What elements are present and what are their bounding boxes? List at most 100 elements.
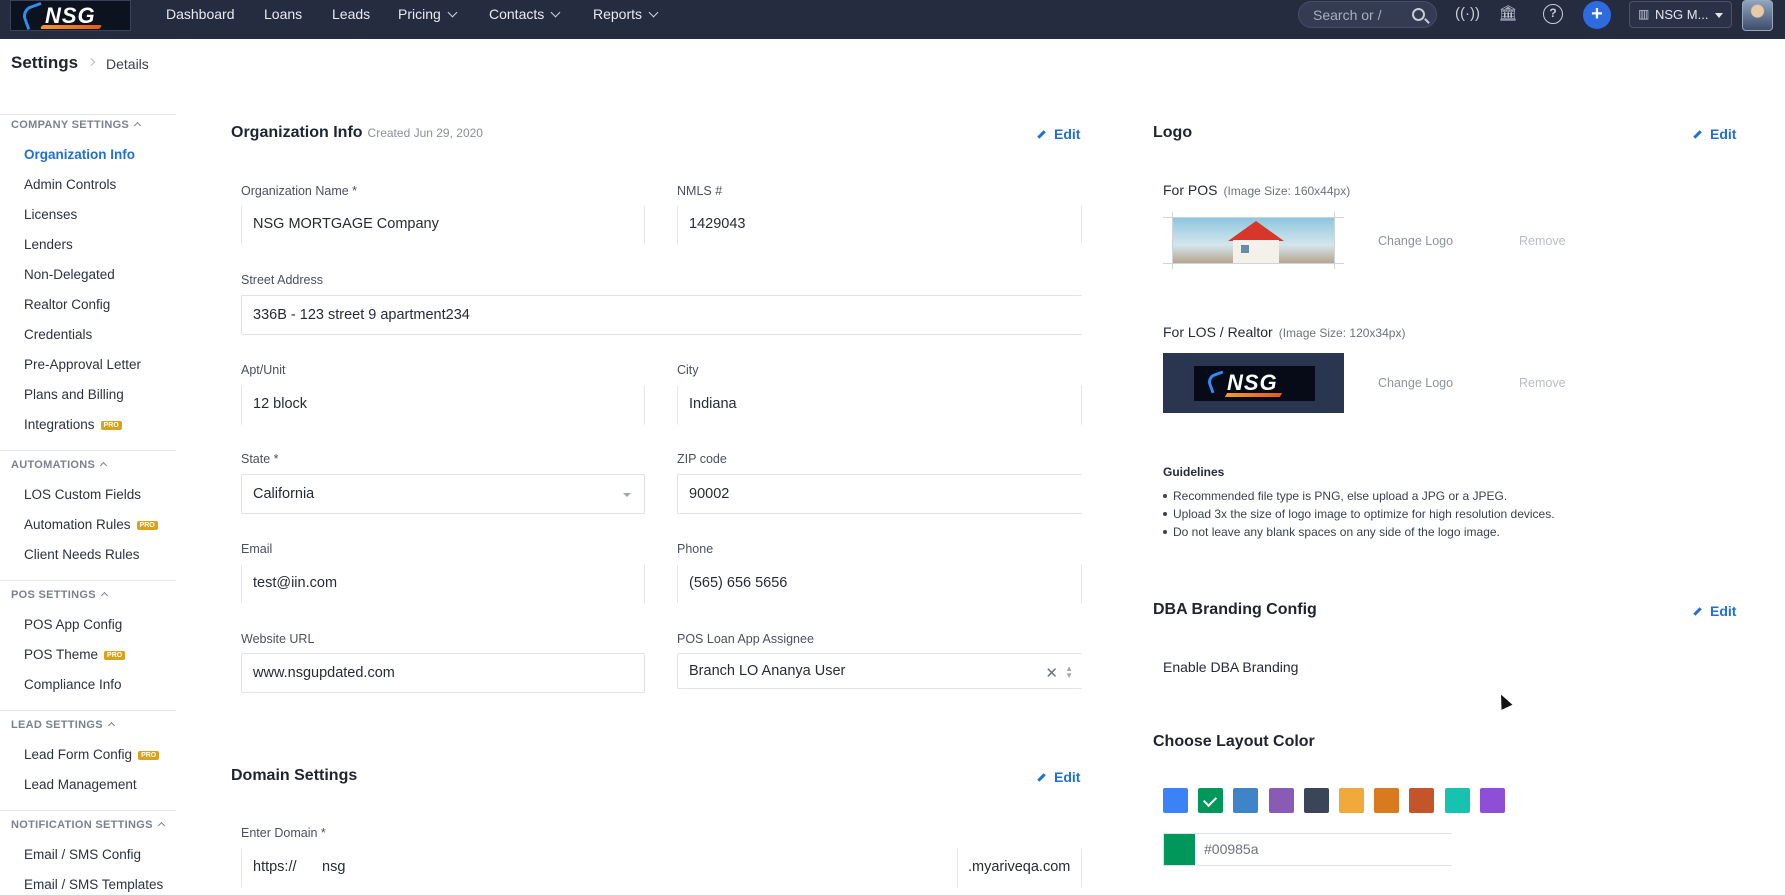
sidebar-section-pos[interactable]: POS SETTINGS [11,589,108,601]
sidebar-item-lenders[interactable]: Lenders [24,237,73,252]
section-title: Choose Layout Color [1153,733,1315,750]
nmls-field[interactable]: 1429043 [677,205,1082,245]
guide-line [1334,212,1335,269]
sidebar-section-lead[interactable]: LEAD SETTINGS [11,719,115,731]
edit-dba-button[interactable]: Edit [1693,603,1736,619]
color-swatch[interactable] [1303,788,1329,813]
color-swatch[interactable] [1374,788,1400,813]
sidebar-item-non-delegated[interactable]: Non-Delegated [24,267,115,282]
edit-domain-button[interactable]: Edit [1037,769,1080,785]
domain-suffix: .myariveqa.com [968,859,1071,875]
sidebar-item-pos-app-config[interactable]: POS App Config [24,617,122,632]
field-label: POS Loan App Assignee [677,632,814,646]
user-avatar[interactable] [1742,0,1773,31]
pencil-icon [1693,607,1702,616]
sidebar-item-email-sms-templates[interactable]: Email / SMS Templates [24,877,163,892]
nav-dashboard[interactable]: Dashboard [166,0,235,28]
change-los-logo-button[interactable]: Change Logo [1378,376,1453,390]
sidebar-divider [0,114,176,115]
color-preview-chip[interactable] [1164,834,1195,865]
color-swatch[interactable] [1339,788,1364,813]
organization-switcher[interactable]: ▥ NSG M... [1629,1,1732,28]
email-field[interactable]: test@iin.com [241,564,645,604]
color-swatch[interactable] [1479,788,1505,813]
sidebar-divider [0,810,176,811]
bank-icon[interactable]: 🏛 [1498,4,1518,24]
street-address-field[interactable]: 336B - 123 street 9 apartment234 [241,295,1082,335]
logo-stripe-icon [39,25,103,29]
pencil-icon [1037,773,1046,782]
clear-icon[interactable]: ✕ [1045,664,1058,682]
field-label: NMLS # [677,184,723,198]
sidebar-section-notification[interactable]: NOTIFICATION SETTINGS [11,819,165,831]
hex-color-field[interactable]: #00985a [1163,833,1452,866]
sidebar-item-lead-form-config[interactable]: Lead Form Config PRO [24,747,160,762]
sidebar-item-plans-billing[interactable]: Plans and Billing [24,387,124,402]
nav-contacts[interactable]: Contacts [489,0,561,28]
help-icon[interactable]: ? [1543,4,1563,24]
app-logo[interactable]: NSG [10,0,131,31]
search-icon[interactable] [1412,8,1425,21]
pos-loan-app-assignee-select[interactable]: Branch LO Ananya User ✕ ▲ ▼ [677,653,1082,689]
remove-pos-logo-button[interactable]: Remove [1519,234,1566,248]
chevron-down-icon [447,7,458,18]
nav-leads[interactable]: Leads [332,0,370,28]
hex-color-input[interactable]: #00985a [1204,841,1259,857]
create-new-button[interactable]: + [1583,1,1611,29]
search-input[interactable] [1313,6,1403,24]
sidebar-item-email-sms-config[interactable]: Email / SMS Config [24,847,141,862]
list-item: Do not leave any blank spaces on any sid… [1163,523,1555,541]
sidebar-item-licenses[interactable]: Licenses [24,207,77,222]
sidebar-item-organization-info[interactable]: Organization Info [24,147,135,162]
edit-logo-button[interactable]: Edit [1693,126,1736,142]
state-select[interactable]: California [241,474,645,514]
sidebar-item-automation-rules[interactable]: Automation Rules PRO [24,517,158,532]
chevron-up-icon [157,821,165,830]
caret-down-icon [623,493,631,497]
change-pos-logo-button[interactable]: Change Logo [1378,234,1453,248]
edit-org-info-button[interactable]: Edit [1037,126,1080,142]
sidebar-item-pre-approval-letter[interactable]: Pre-Approval Letter [24,357,141,372]
color-swatch[interactable] [1444,788,1470,813]
nav-reports[interactable]: Reports [593,0,659,28]
pro-badge: PRO [138,751,160,760]
nav-loans[interactable]: Loans [264,0,302,28]
color-swatch[interactable] [1163,788,1188,813]
sidebar-item-compliance-info[interactable]: Compliance Info [24,677,122,692]
sidebar-item-los-custom-fields[interactable]: LOS Custom Fields [24,487,141,502]
sidebar-item-admin-controls[interactable]: Admin Controls [24,177,116,192]
sidebar-divider [0,710,176,711]
section-title: Organization Info Created Jun 29, 2020 [231,124,483,141]
color-swatch[interactable] [1233,788,1259,813]
remove-los-logo-button[interactable]: Remove [1519,376,1566,390]
sidebar-item-realtor-config[interactable]: Realtor Config [24,297,110,312]
sidebar-item-client-needs-rules[interactable]: Client Needs Rules [24,547,140,562]
domain-field[interactable]: https:// nsg .myariveqa.com [241,848,1082,888]
breadcrumb-settings[interactable]: Settings [11,53,78,73]
field-label: ZIP code [677,452,727,466]
sidebar-item-lead-management[interactable]: Lead Management [24,777,137,792]
org-name-field[interactable]: NSG MORTGAGE Company [241,205,645,245]
sort-arrows-icon: ▲ ▼ [1065,664,1073,680]
global-search[interactable] [1298,1,1437,28]
sidebar-item-integrations[interactable]: Integrations PRO [24,417,122,432]
sidebar-section-company[interactable]: COMPANY SETTINGS [11,119,142,131]
pro-badge: PRO [136,521,158,530]
domain-input[interactable]: nsg [322,859,345,875]
broadcast-icon[interactable]: ((·)) [1455,4,1480,24]
apt-unit-field[interactable]: 12 block [241,385,645,425]
chevron-up-icon [100,591,108,600]
sidebar-item-credentials[interactable]: Credentials [24,327,92,342]
nav-pricing[interactable]: Pricing [398,0,458,28]
color-swatch[interactable] [1198,788,1224,813]
sidebar-section-automations[interactable]: AUTOMATIONS [11,459,108,471]
zip-code-field[interactable]: 90002 [677,474,1082,514]
city-field[interactable]: Indiana [677,385,1082,425]
color-swatch[interactable] [1268,788,1294,813]
phone-field[interactable]: (565) 656 5656 [677,564,1082,604]
website-url-field[interactable]: www.nsgupdated.com [241,653,645,693]
pencil-icon [1037,130,1046,139]
color-swatch[interactable] [1409,788,1435,813]
sidebar-item-pos-theme[interactable]: POS Theme PRO [24,647,126,662]
pro-badge: PRO [100,421,122,430]
